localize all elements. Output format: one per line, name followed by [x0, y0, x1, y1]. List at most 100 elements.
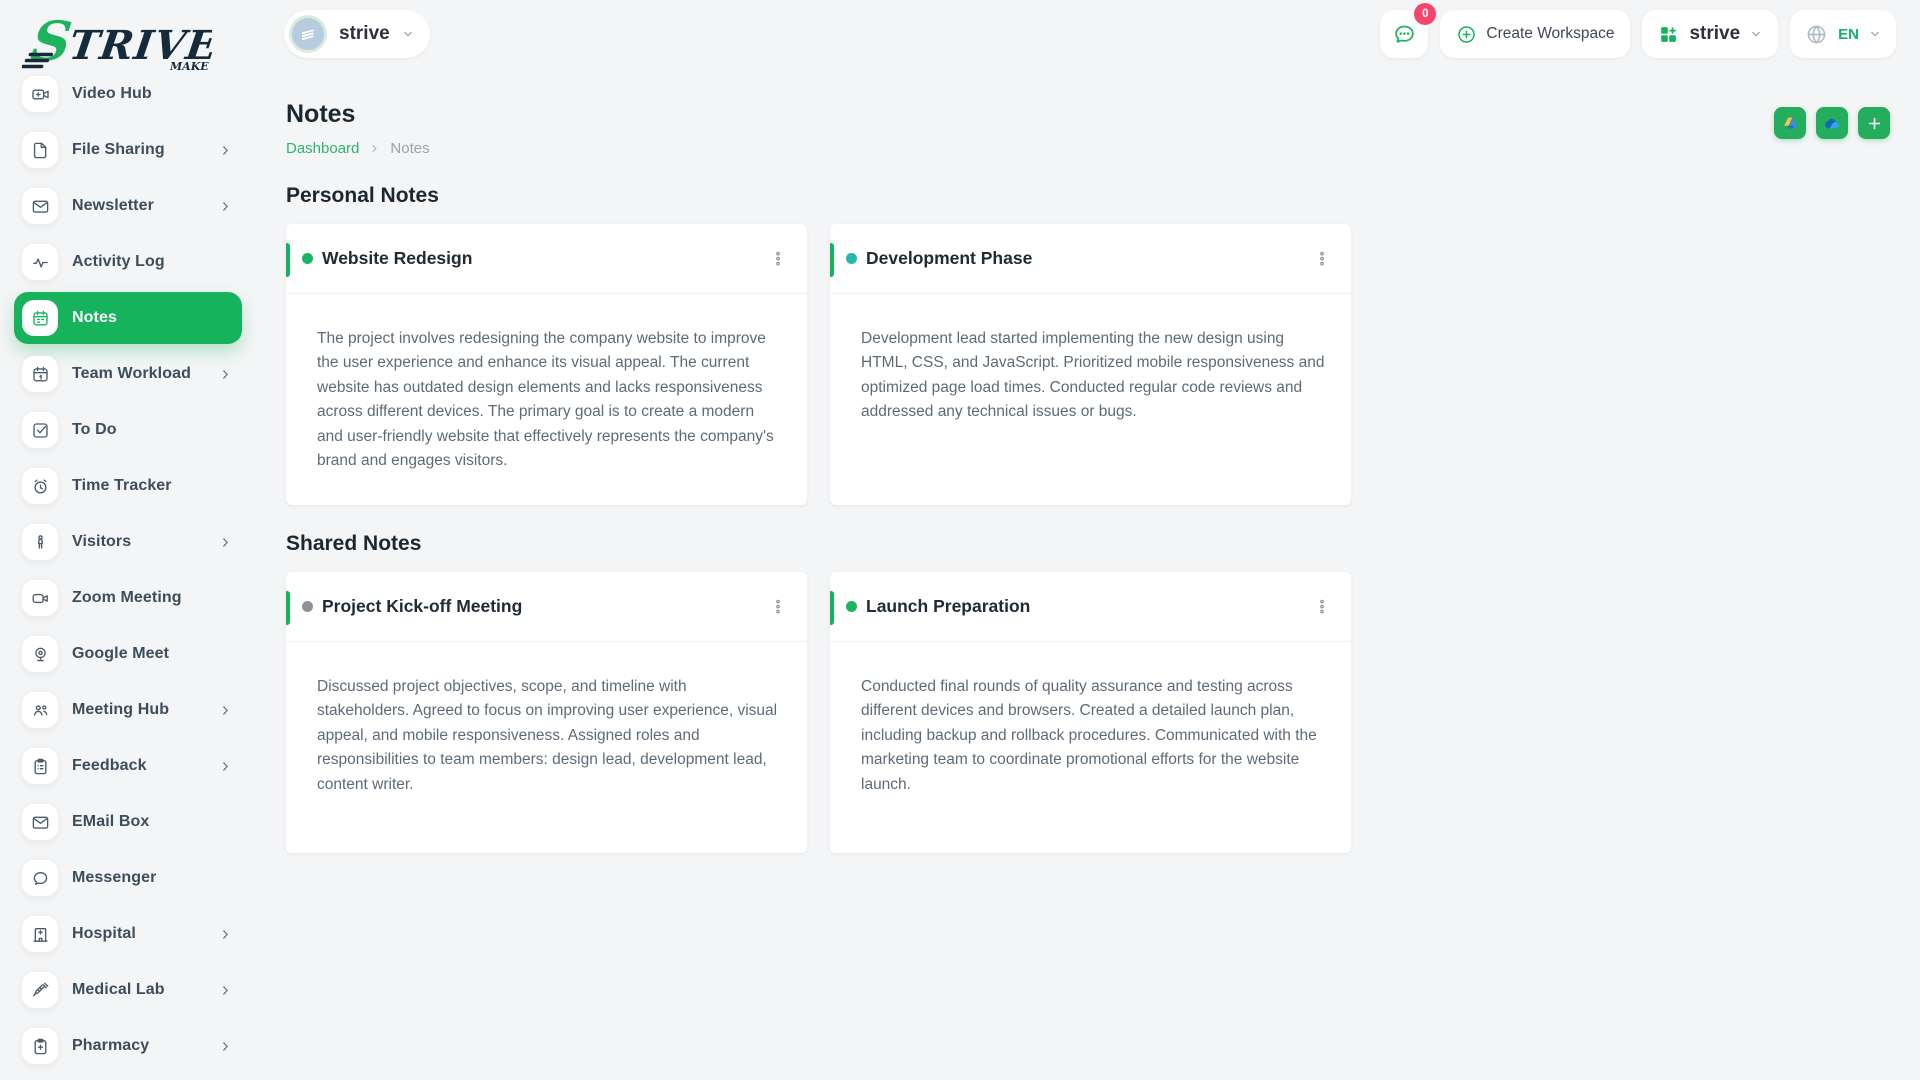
- chevron-right-icon: [219, 1040, 232, 1053]
- chat-button[interactable]: 0: [1380, 10, 1428, 58]
- note-body: The project involves redesigning the com…: [317, 327, 783, 474]
- sidebar-icon-chip: [22, 636, 58, 672]
- sidebar-item-zoom-meeting[interactable]: Zoom Meeting: [0, 570, 258, 626]
- chevron-right-icon: [219, 760, 232, 773]
- status-dot-icon: [302, 253, 313, 264]
- sidebar-icon-chip: [22, 244, 58, 280]
- envelope-icon: [31, 813, 50, 832]
- kebab-menu-button[interactable]: [1307, 244, 1337, 274]
- sidebar-item-video-hub[interactable]: Video Hub: [0, 66, 258, 122]
- note-card: Development Phase Development lead start…: [830, 224, 1351, 505]
- workspace-avatar: [289, 15, 327, 53]
- note-title: Launch Preparation: [866, 596, 1030, 617]
- language-selector[interactable]: EN: [1790, 10, 1896, 58]
- strive-logo-graphic: S TRIVE MAKE: [22, 14, 212, 72]
- sidebar-item-to-do[interactable]: To Do: [0, 402, 258, 458]
- sidebar-item-label: Time Tracker: [72, 477, 172, 495]
- note-body: Development lead started implementing th…: [861, 327, 1327, 425]
- note-card: Project Kick-off Meeting Discussed proje…: [286, 572, 807, 853]
- kebab-menu-button[interactable]: [763, 244, 793, 274]
- section-heading: Personal Notes: [286, 184, 1890, 208]
- breadcrumb-dashboard[interactable]: Dashboard: [286, 140, 359, 157]
- cards-grid: Project Kick-off Meeting Discussed proje…: [286, 572, 1890, 853]
- note-title: Website Redesign: [322, 248, 472, 269]
- sidebar-item-label: Activity Log: [72, 253, 165, 271]
- notes-calendar-icon: [31, 309, 50, 328]
- sidebar-icon-chip: [22, 580, 58, 616]
- sidebar-item-label: Visitors: [72, 533, 131, 551]
- sidebar-icon-chip: [22, 972, 58, 1008]
- sidebar-item-visitors[interactable]: Visitors: [0, 514, 258, 570]
- clipboard-plus-icon: [31, 1037, 50, 1056]
- kebab-menu-button[interactable]: [1307, 592, 1337, 622]
- sidebar-item-feedback[interactable]: Feedback: [0, 738, 258, 794]
- workspace-switcher[interactable]: strive: [284, 10, 430, 58]
- chat-icon: [1392, 22, 1417, 47]
- card-header: Project Kick-off Meeting: [286, 572, 807, 642]
- language-label: EN: [1838, 26, 1859, 43]
- note-title: Development Phase: [866, 248, 1032, 269]
- sidebar-item-email-box[interactable]: EMail Box: [0, 794, 258, 850]
- note-card: Launch Preparation Conducted final round…: [830, 572, 1351, 853]
- sidebar-item-newsletter[interactable]: Newsletter: [0, 178, 258, 234]
- sidebar-icon-chip: [22, 412, 58, 448]
- note-title: Project Kick-off Meeting: [322, 596, 522, 617]
- page-title: Notes: [286, 100, 430, 129]
- sidebar-item-label: EMail Box: [72, 813, 149, 831]
- main-column: strive 0 Create Workspace strive: [258, 0, 1920, 1080]
- google-drive-button[interactable]: [1774, 107, 1806, 139]
- note-body: Discussed project objectives, scope, and…: [317, 675, 783, 797]
- sidebar-item-file-sharing[interactable]: File Sharing: [0, 122, 258, 178]
- sidebar-item-notes[interactable]: Notes: [14, 292, 242, 344]
- topbar-right: 0 Create Workspace strive EN: [1380, 10, 1896, 58]
- note-card: Website Redesign The project involves re…: [286, 224, 807, 505]
- status-dot-icon: [846, 253, 857, 264]
- breadcrumb-current: Notes: [390, 140, 429, 157]
- plus-icon: [1866, 115, 1883, 132]
- sidebar-icon-chip: [22, 300, 58, 336]
- note-body: Conducted final rounds of quality assura…: [861, 675, 1327, 797]
- card-accent-bar: [830, 591, 834, 625]
- alarm-clock-icon: [31, 477, 50, 496]
- sidebar-icon-chip: [22, 860, 58, 896]
- plus-circle-icon: [1456, 24, 1477, 45]
- sidebar-item-label: Medical Lab: [72, 981, 165, 999]
- card-header: Website Redesign: [286, 224, 807, 294]
- app-root: S TRIVE MAKE Video Hub File Sharing N: [0, 0, 1920, 1080]
- create-workspace-button[interactable]: Create Workspace: [1440, 10, 1630, 58]
- workspace-menu-button[interactable]: strive: [1642, 10, 1778, 58]
- video-camera-icon: [31, 589, 50, 608]
- sidebar-item-google-meet[interactable]: Google Meet: [0, 626, 258, 682]
- sidebar-item-label: Messenger: [72, 869, 157, 887]
- sidebar-item-hospital[interactable]: Hospital: [0, 906, 258, 962]
- sidebar-item-label: Team Workload: [72, 365, 191, 383]
- sidebar-icon-chip: [22, 916, 58, 952]
- cards-grid: Website Redesign The project involves re…: [286, 224, 1890, 505]
- card-accent-bar: [830, 243, 834, 277]
- onedrive-button[interactable]: [1816, 107, 1848, 139]
- chevron-right-icon: [219, 536, 232, 549]
- status-dot-icon: [846, 601, 857, 612]
- sidebar-item-label: Pharmacy: [72, 1037, 149, 1055]
- sidebar-item-label: To Do: [72, 421, 117, 439]
- sidebar-item-pharmacy[interactable]: Pharmacy: [0, 1018, 258, 1074]
- sidebar-item-activity-log[interactable]: Activity Log: [0, 234, 258, 290]
- sidebar-item-messenger[interactable]: Messenger: [0, 850, 258, 906]
- sidebar-item-time-tracker[interactable]: Time Tracker: [0, 458, 258, 514]
- building-icon: [297, 23, 319, 45]
- breadcrumb: Dashboard Notes: [286, 140, 430, 157]
- sidebar-item-medical-lab[interactable]: Medical Lab: [0, 962, 258, 1018]
- sidebar-icon-chip: [22, 356, 58, 392]
- sidebar-item-team-workload[interactable]: Team Workload: [0, 346, 258, 402]
- sidebar-item-meeting-hub[interactable]: Meeting Hub: [0, 682, 258, 738]
- chat-bubble-icon: [31, 869, 50, 888]
- notes-section: Personal Notes Website Redesign The proj…: [286, 184, 1890, 505]
- sidebar-icon-chip: [22, 468, 58, 504]
- kebab-menu-button[interactable]: [763, 592, 793, 622]
- sidebar-item-label: Feedback: [72, 757, 147, 775]
- chevron-down-icon: [1750, 28, 1762, 40]
- envelope-icon: [31, 197, 50, 216]
- brand-logo[interactable]: S TRIVE MAKE: [0, 0, 258, 66]
- card-header: Launch Preparation: [830, 572, 1351, 642]
- add-note-button[interactable]: [1858, 107, 1890, 139]
